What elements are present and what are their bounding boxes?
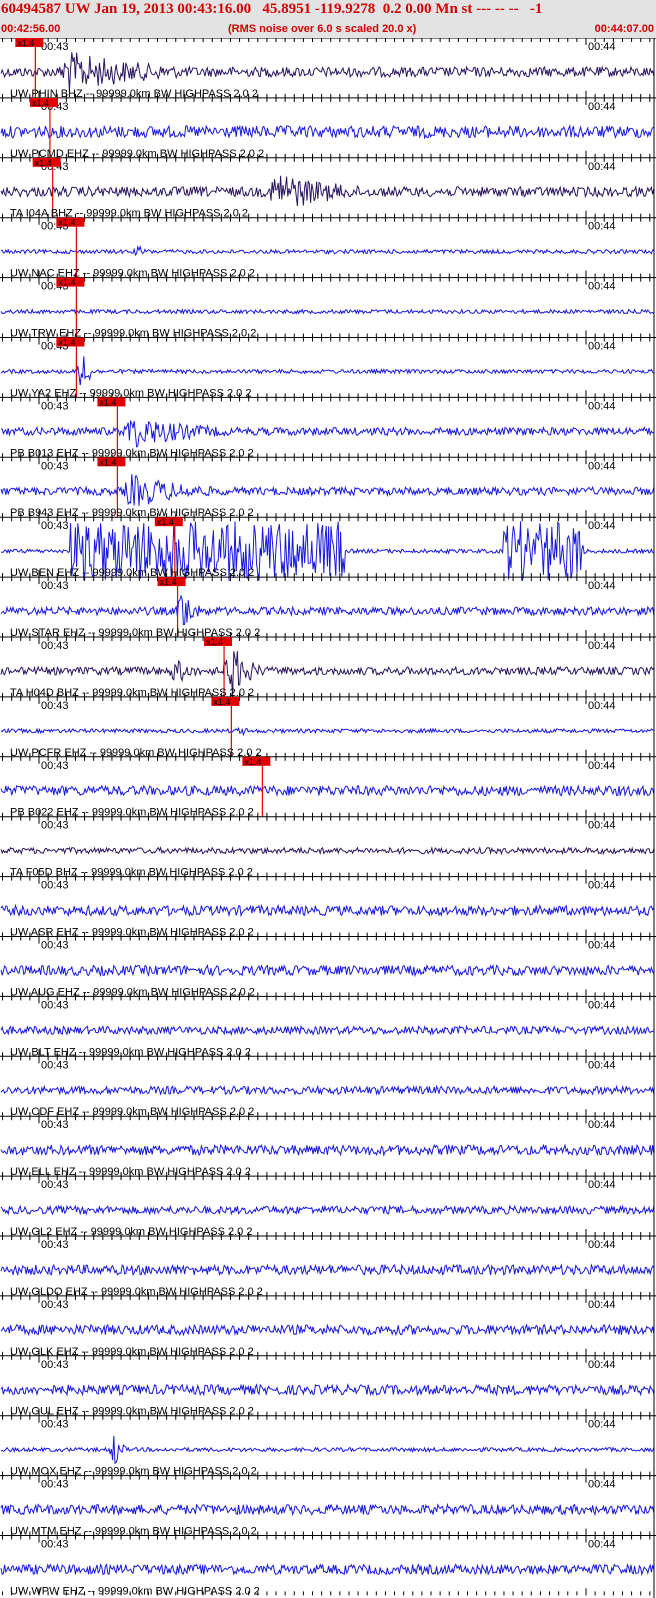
waveform-trace xyxy=(0,1383,655,1397)
tick-label: 00:43 xyxy=(41,1359,69,1371)
tick-label: 00:44 xyxy=(588,880,616,892)
waveform-trace xyxy=(0,244,655,257)
pick-label: x1.4 xyxy=(157,517,174,527)
waveform-trace xyxy=(0,1323,655,1337)
tick-label: 00:44 xyxy=(588,1119,616,1131)
scale-note: (RMS noise over 6.0 s scaled 20.0 x) xyxy=(228,23,417,35)
waveform-trace xyxy=(0,1562,655,1577)
plot-header: 60494587 UW Jan 19, 2013 00:43:16.00 45.… xyxy=(0,0,656,38)
tick-label: 00:44 xyxy=(588,640,616,652)
tick-label: 00:44 xyxy=(588,940,616,952)
tick-label: 00:44 xyxy=(588,700,616,712)
tick-label: 00:43 xyxy=(41,400,69,412)
tick-label: 00:43 xyxy=(41,41,69,53)
tick-label: 00:44 xyxy=(588,760,616,772)
tick-label: 00:44 xyxy=(588,161,616,173)
waveform-trace xyxy=(0,1263,655,1277)
tick-label: 00:43 xyxy=(41,460,69,472)
waveform-trace xyxy=(0,1204,655,1216)
waveform-trace xyxy=(0,356,655,386)
pick-label: x1.4 xyxy=(160,577,177,587)
tick-label: 00:44 xyxy=(588,1359,616,1371)
tick-label: 00:44 xyxy=(588,341,616,353)
end-time: 00:44:07.00 xyxy=(594,23,654,35)
tick-label: 00:43 xyxy=(41,1059,69,1071)
seismogram-plot: 00:43 00:44x1.4UW PHIN BHZ -- 99999.0km B… xyxy=(0,38,656,1598)
tick-label: 00:43 xyxy=(41,760,69,772)
waveform-trace xyxy=(0,846,655,856)
tick-label: 00:43 xyxy=(41,820,69,832)
tick-label: 00:43 xyxy=(41,940,69,952)
waveform-trace xyxy=(0,594,655,626)
waveform-trace xyxy=(0,123,655,140)
station-label: UW WPW EHZ -- 99999.0km BW HIGHPASS 2.0 … xyxy=(10,1585,260,1597)
tick-label: 00:43 xyxy=(41,700,69,712)
tick-label: 00:44 xyxy=(588,1539,616,1551)
tick-label: 00:44 xyxy=(588,101,616,113)
event-title: 60494587 UW Jan 19, 2013 00:43:16.00 45.… xyxy=(1,1,543,17)
pick-label: x1.4 xyxy=(58,278,75,288)
pick-label: x1.4 xyxy=(206,637,223,647)
waveform-trace xyxy=(0,308,655,316)
waveform-trace xyxy=(0,784,655,797)
waveform-trace xyxy=(0,474,655,506)
tick-label: 00:44 xyxy=(588,281,616,293)
pick-label: x1.4 xyxy=(99,457,116,467)
tick-label: 00:44 xyxy=(588,1179,616,1191)
tick-label: 00:44 xyxy=(588,1419,616,1431)
pick-label: x1.4 xyxy=(58,218,75,228)
tick-label: 00:43 xyxy=(41,1179,69,1191)
tick-label: 00:44 xyxy=(588,1239,616,1251)
pick-label: x1.4 xyxy=(99,397,116,407)
waveform-trace xyxy=(0,1024,654,1037)
tick-label: 00:44 xyxy=(588,520,616,532)
waveform-trace xyxy=(0,903,655,918)
tick-label: 00:43 xyxy=(41,1119,69,1131)
tick-label: 00:43 xyxy=(41,520,69,532)
pick-label: x1.4 xyxy=(35,158,52,168)
tick-label: 00:44 xyxy=(588,1479,616,1491)
waveform-trace xyxy=(0,1435,655,1465)
tick-label: 00:43 xyxy=(41,1539,69,1551)
tick-label: 00:44 xyxy=(588,41,616,53)
waveform-trace xyxy=(0,52,655,91)
tick-label: 00:44 xyxy=(588,460,616,472)
tick-label: 00:44 xyxy=(588,999,616,1011)
tick-label: 00:43 xyxy=(41,999,69,1011)
tick-label: 00:43 xyxy=(41,1419,69,1431)
start-time: 00:42:56.00 xyxy=(1,23,61,35)
pick-label: x1.4 xyxy=(17,38,34,48)
pick-label: x1.4 xyxy=(244,757,261,767)
tick-label: 00:43 xyxy=(41,1479,69,1491)
tick-label: 00:44 xyxy=(588,1299,616,1311)
tick-label: 00:44 xyxy=(588,221,616,233)
waveform-trace xyxy=(0,1502,655,1517)
tick-label: 00:44 xyxy=(588,580,616,592)
waveform-trace xyxy=(0,419,654,448)
tick-label: 00:43 xyxy=(41,880,69,892)
tick-label: 00:43 xyxy=(41,1299,69,1311)
tick-label: 00:43 xyxy=(41,640,69,652)
waveform-trace xyxy=(0,175,655,207)
waveform-trace xyxy=(0,726,654,737)
pick-label: x1.4 xyxy=(58,338,75,348)
tick-label: 00:44 xyxy=(588,820,616,832)
tick-label: 00:43 xyxy=(41,1239,69,1251)
waveform-trace xyxy=(0,1084,655,1097)
waveform-trace xyxy=(0,963,655,978)
waveform-trace xyxy=(0,1143,655,1158)
tick-label: 00:44 xyxy=(588,400,616,412)
tick-label: 00:43 xyxy=(41,580,69,592)
tick-label: 00:44 xyxy=(588,1059,616,1071)
pick-label: x1.4 xyxy=(32,98,49,108)
pick-label: x1.4 xyxy=(213,697,230,707)
